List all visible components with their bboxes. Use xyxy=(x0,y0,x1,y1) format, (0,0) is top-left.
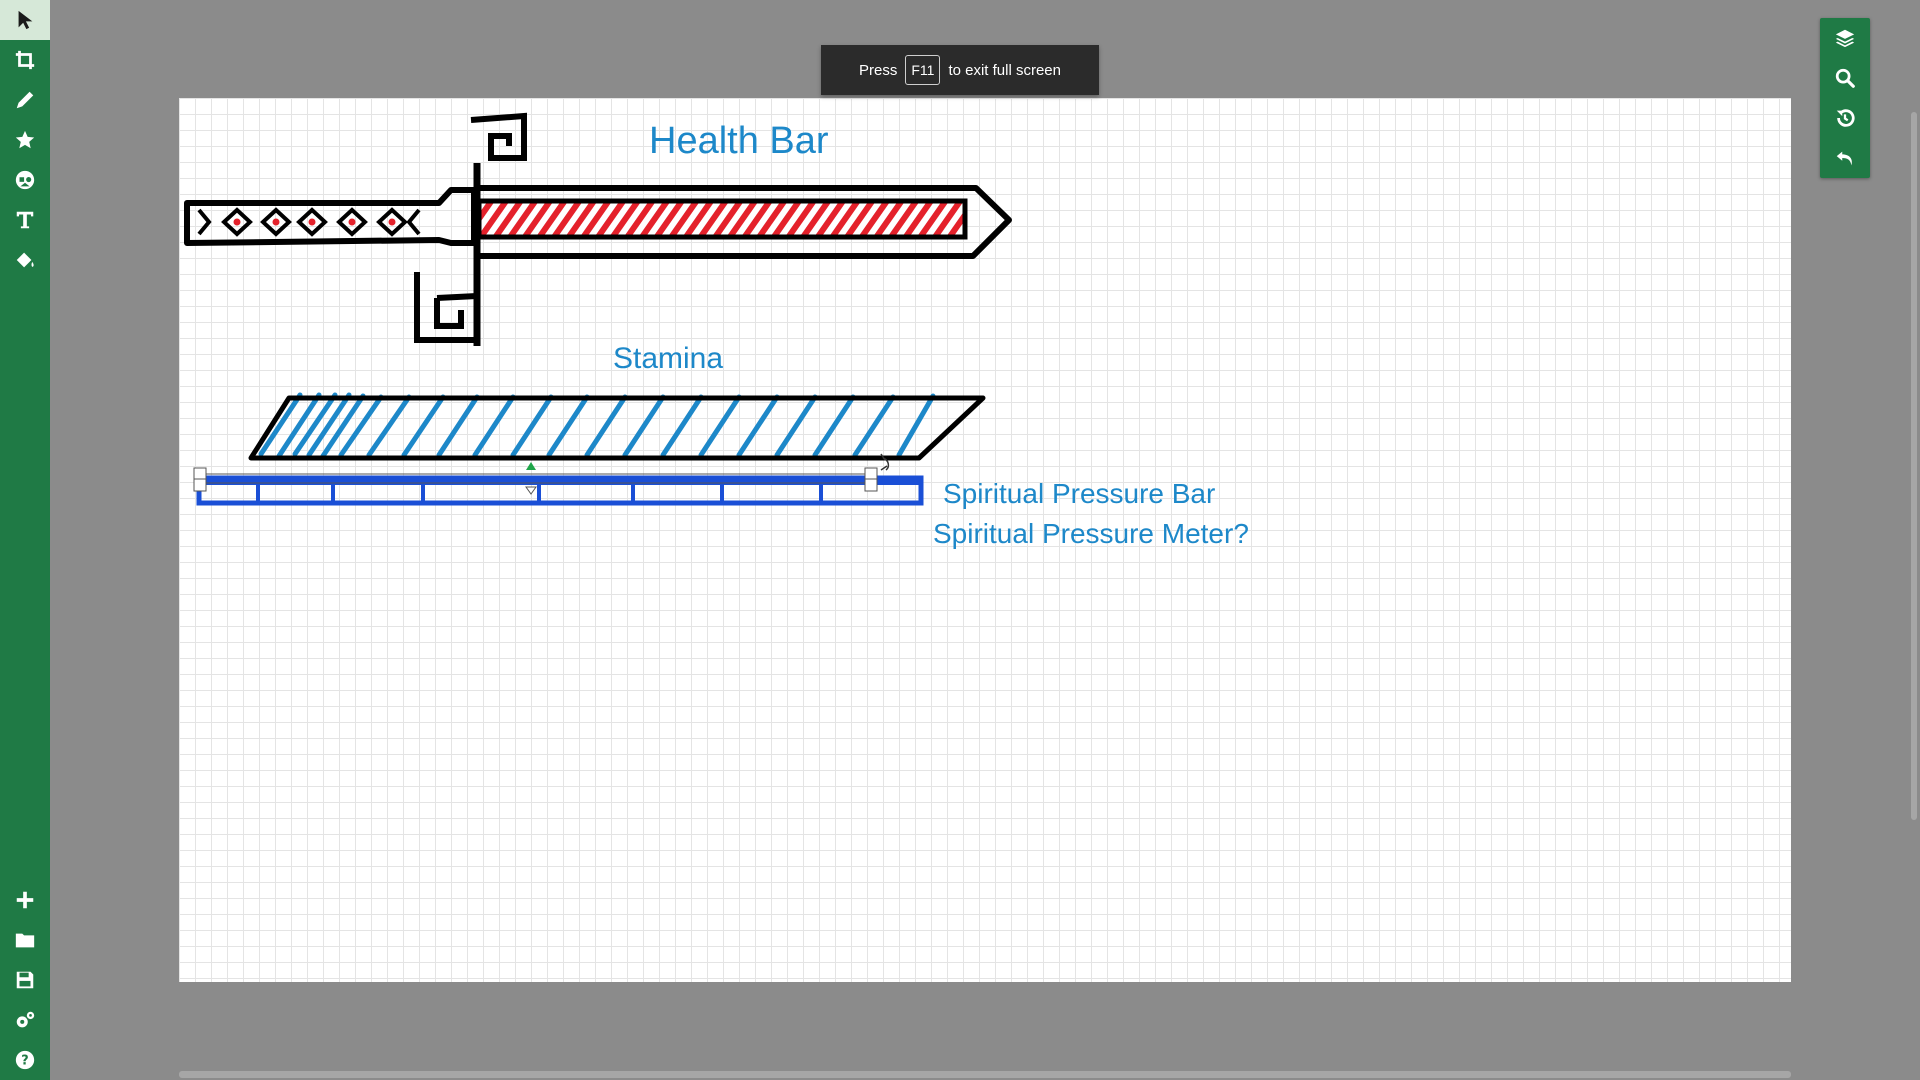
save-button[interactable] xyxy=(0,960,50,1000)
gears-icon xyxy=(16,1011,35,1028)
drawing-canvas[interactable]: Health Bar Stamina Spiritual Pressure Ba… xyxy=(179,98,1791,982)
fullscreen-notice: Press F11 to exit full screen xyxy=(821,45,1099,95)
paint-bucket-icon xyxy=(16,252,34,268)
undo-button[interactable] xyxy=(1820,138,1870,178)
stamina-bar-drawing[interactable] xyxy=(247,392,986,461)
plus-icon xyxy=(16,891,34,909)
help-button[interactable]: ? xyxy=(0,1040,50,1080)
zoom-button[interactable] xyxy=(1820,58,1870,98)
crop-tool[interactable] xyxy=(0,40,50,80)
history-button[interactable] xyxy=(1820,98,1870,138)
fullscreen-notice-suffix: to exit full screen xyxy=(948,61,1061,79)
open-button[interactable] xyxy=(0,920,50,960)
shapes-icon xyxy=(15,170,35,190)
vertical-scrollbar[interactable] xyxy=(1911,112,1917,820)
health-bar-drawing[interactable] xyxy=(184,112,1012,346)
select-tool[interactable] xyxy=(0,0,50,40)
f11-key: F11 xyxy=(905,55,941,85)
spiritual-pressure-bar-drawing[interactable] xyxy=(193,453,924,506)
text-t-icon xyxy=(16,211,34,229)
text-tool[interactable] xyxy=(0,200,50,240)
pencil-icon xyxy=(16,91,34,109)
spiritual-pressure-bar-label[interactable]: Spiritual Pressure Bar xyxy=(943,478,1215,510)
fill-tool[interactable] xyxy=(0,240,50,280)
fullscreen-notice-prefix: Press xyxy=(859,61,898,79)
history-icon xyxy=(1836,109,1855,127)
left-toolbar: ? xyxy=(0,0,50,1080)
spiritual-pressure-meter-label[interactable]: Spiritual Pressure Meter? xyxy=(933,518,1249,550)
new-button[interactable] xyxy=(0,880,50,920)
favorites-tool[interactable] xyxy=(0,120,50,160)
layers-icon xyxy=(1835,29,1855,48)
floppy-disk-icon xyxy=(16,971,34,989)
health-bar-label[interactable]: Health Bar xyxy=(649,120,829,163)
shapes-tool[interactable] xyxy=(0,160,50,200)
star-icon xyxy=(15,130,35,149)
crop-icon xyxy=(15,50,35,70)
magnifier-icon xyxy=(1835,68,1855,88)
undo-icon xyxy=(1836,151,1852,166)
pen-tool[interactable] xyxy=(0,80,50,120)
right-panel xyxy=(1820,18,1870,178)
stamina-label[interactable]: Stamina xyxy=(613,342,723,376)
layers-button[interactable] xyxy=(1820,18,1870,58)
cursor-arrow-icon xyxy=(18,10,33,30)
folder-icon xyxy=(15,933,35,948)
question-circle-icon: ? xyxy=(15,1050,35,1070)
svg-text:?: ? xyxy=(21,1054,28,1069)
horizontal-scrollbar[interactable] xyxy=(179,1071,1791,1078)
settings-button[interactable] xyxy=(0,1000,50,1040)
